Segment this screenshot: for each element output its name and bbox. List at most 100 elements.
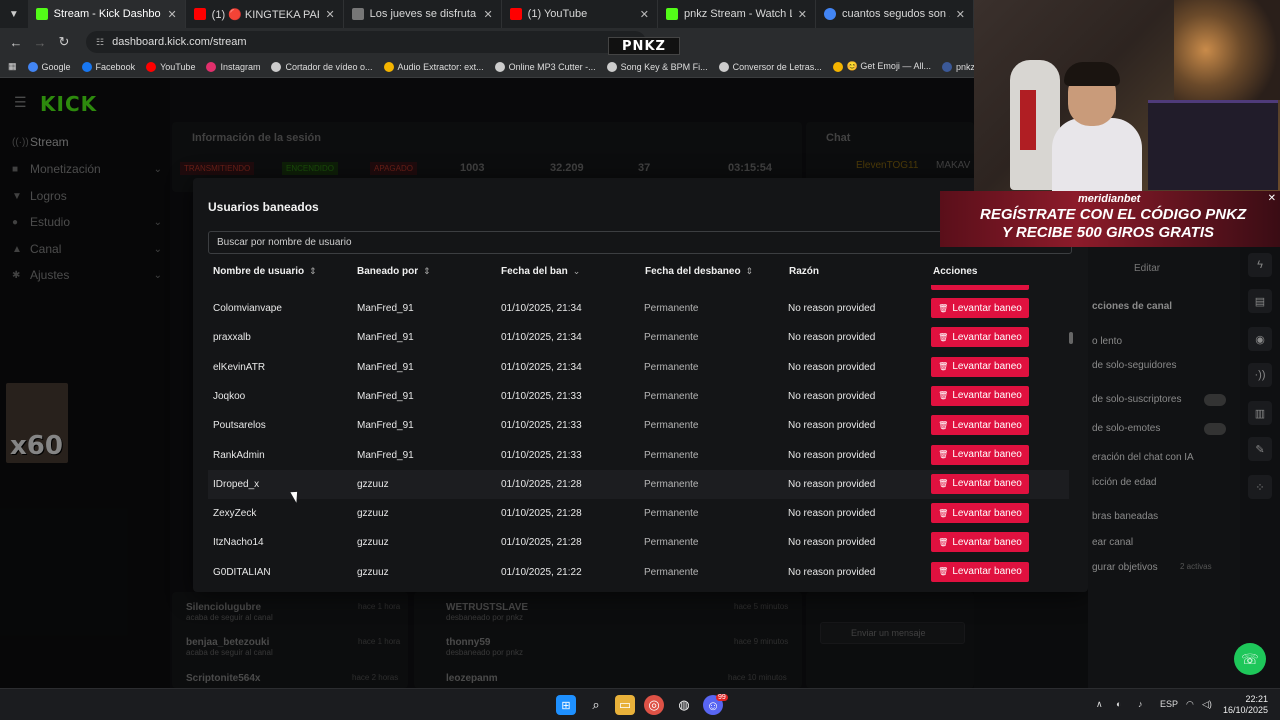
unban-button[interactable]: 🗑 Levantar baneo [931, 356, 1029, 377]
reload-icon[interactable]: ↻ [52, 34, 76, 50]
close-tab-icon[interactable]: ✕ [167, 8, 176, 21]
browser-tab[interactable]: Los jueves se disfruta doble | Ci ✕ [344, 0, 502, 28]
tray-app-icon[interactable]: ◐ [1116, 699, 1121, 709]
edit-button[interactable]: Editar [1134, 263, 1160, 274]
url-field[interactable]: ☷ dashboard.kick.com/stream [86, 31, 646, 53]
close-tab-icon[interactable]: ✕ [640, 8, 649, 21]
bookmark-item[interactable]: Song Key & BPM Fi... [606, 61, 708, 72]
option-followers-only[interactable]: de solo-seguidores [1092, 360, 1177, 371]
back-arrow-icon[interactable]: ← [4, 35, 28, 50]
browser-tab[interactable]: (1) YouTube ✕ [502, 0, 658, 28]
wifi-icon[interactable]: ◠ [1186, 699, 1194, 710]
close-tab-icon[interactable]: ✕ [325, 8, 334, 21]
table-row: elKevinATR ManFred_91 01/10/2025, 21:34 Per… [208, 353, 1069, 382]
browser-tab[interactable]: Stream - Kick Dashboard ✕ [27, 0, 186, 28]
apps-grid-icon[interactable]: ▦ [8, 61, 17, 72]
bookmark-item[interactable]: YouTube [146, 61, 195, 72]
file-explorer-icon[interactable]: ▭ [615, 695, 635, 715]
unban-button-partial[interactable] [931, 285, 1029, 290]
lightning-icon[interactable]: ϟ [1248, 253, 1272, 277]
option-age-restriction[interactable]: icción de edad [1092, 477, 1157, 488]
row-reason: No reason provided [788, 478, 876, 490]
option-goals[interactable]: gurar objetivos [1092, 562, 1158, 573]
row-banned-by: ManFred_91 [357, 361, 414, 373]
close-tab-icon[interactable]: ✕ [798, 8, 807, 21]
row-reason: No reason provided [788, 508, 876, 520]
forward-arrow-icon[interactable]: → [28, 35, 52, 50]
apps-icon[interactable]: ⁘ [1248, 475, 1272, 499]
option-ai-moderation[interactable]: eración del chat con IA [1092, 452, 1194, 463]
chat-bubble-icon[interactable]: ◉ [1248, 327, 1272, 351]
site-info-icon[interactable]: ☷ [96, 37, 104, 48]
panel-header: cciones de canal [1092, 301, 1173, 312]
toggle-switch[interactable] [1204, 423, 1226, 435]
column-header-ban-date[interactable]: Fecha del ban ⌄ [501, 266, 580, 277]
unban-button[interactable]: 🗑 Levantar baneo [931, 385, 1029, 406]
close-icon[interactable]: ✕ [1268, 193, 1276, 204]
broadcast-icon[interactable]: ·)) [1248, 363, 1272, 387]
layers-icon[interactable]: ▥ [1248, 401, 1272, 425]
unban-button-label: Levantar baneo [952, 331, 1022, 343]
tray-chevron-icon[interactable]: ∧ [1096, 699, 1103, 710]
unban-button[interactable]: 🗑 Levantar baneo [931, 532, 1029, 553]
row-reason: No reason provided [788, 537, 876, 549]
bookmark-item[interactable]: 😊 Get Emoji — All... [832, 61, 931, 72]
option-subscribers-only[interactable]: de solo-suscriptores [1092, 394, 1181, 405]
trash-icon: 🗑 [938, 420, 949, 430]
chevron-down-icon: ⌄ [572, 266, 581, 276]
bookmark-item[interactable]: Conversor de Letras... [718, 61, 822, 72]
unban-button[interactable]: 🗑 Levantar baneo [931, 473, 1029, 494]
bookmark-item[interactable]: Audio Extractor: ext... [383, 61, 484, 72]
close-tab-icon[interactable]: ✕ [956, 8, 965, 21]
option-emotes-only[interactable]: de solo-emotes [1092, 423, 1160, 434]
table-row: RankAdmin ManFred_91 01/10/2025, 21:33 Perm… [208, 441, 1069, 470]
option-slow-mode[interactable]: o lento [1092, 336, 1122, 347]
unban-button[interactable]: 🗑 Levantar baneo [931, 561, 1029, 582]
bookmark-item[interactable]: Cortador de vídeo o... [271, 61, 373, 72]
bookmark-item[interactable]: Online MP3 Cutter -... [494, 61, 596, 72]
row-username: G0DITALIAN [213, 566, 271, 578]
volume-icon[interactable]: ◁) [1202, 699, 1212, 710]
system-clock[interactable]: 22:21 16/10/2025 [1223, 694, 1268, 716]
row-unban-date: Permanente [644, 566, 699, 578]
microphone-icon[interactable]: ♪ [1138, 699, 1143, 709]
row-banned-by: ManFred_91 [357, 420, 414, 432]
column-header-username[interactable]: Nombre de usuario ⇕ [213, 266, 317, 277]
option-banned-words[interactable]: bras baneadas [1092, 511, 1158, 522]
browser-tab[interactable]: (1) 🔴 KINGTEKA PARCH4 A CIR ✕ [186, 0, 344, 28]
bookmark-item[interactable]: Google [27, 61, 71, 72]
unban-button[interactable]: 🗑 Levantar baneo [931, 415, 1029, 436]
browser-tab[interactable]: pnkz Stream - Watch Live on Ki ✕ [658, 0, 816, 28]
row-banned-by: ManFred_91 [357, 390, 414, 402]
unban-button[interactable]: 🗑 Levantar baneo [931, 503, 1029, 524]
column-header-banned-by[interactable]: Baneado por ⇕ [357, 266, 431, 277]
help-chat-icon[interactable]: ☏ [1234, 643, 1266, 675]
row-banned-by: ManFred_91 [357, 332, 414, 344]
unban-button[interactable]: 🗑 Levantar baneo [931, 444, 1029, 465]
tab-title: Stream - Kick Dashboard [53, 8, 162, 20]
chrome-icon[interactable]: ◎ [644, 695, 664, 715]
option-raid-channel[interactable]: ear canal [1092, 537, 1133, 548]
row-ban-date: 01/10/2025, 21:28 [501, 478, 582, 490]
kick-favicon-icon [35, 8, 48, 20]
document-icon[interactable]: ▤ [1248, 289, 1272, 313]
close-tab-icon[interactable]: ✕ [483, 8, 492, 21]
obs-icon[interactable]: ◍ [674, 695, 694, 715]
bookmark-item[interactable]: Facebook [81, 61, 135, 72]
row-ban-date: 01/10/2025, 21:34 [501, 303, 582, 314]
trash-icon: 🗑 [938, 391, 949, 401]
toggle-switch[interactable] [1204, 394, 1226, 406]
column-header-unban-date[interactable]: Fecha del desbaneo ⇕ [645, 266, 753, 277]
tab-search-icon[interactable]: ▼ [0, 0, 28, 28]
language-indicator[interactable]: ESP [1160, 699, 1178, 709]
wrench-icon[interactable]: ✎ [1248, 437, 1272, 461]
browser-tab[interactable]: cuantos segudos son 10 minut ✕ [816, 0, 974, 28]
bookmark-item[interactable]: Instagram [206, 61, 260, 72]
windows-start-icon[interactable]: ⊞ [556, 695, 576, 715]
unban-button[interactable]: 🗑 Levantar baneo [931, 327, 1029, 348]
scrollbar-thumb[interactable] [1069, 332, 1073, 344]
table-row: Poutsarelos ManFred_91 01/10/2025, 21:33 Pe… [208, 411, 1069, 440]
unban-button[interactable]: 🗑 Levantar baneo [931, 298, 1029, 318]
trash-icon: 🗑 [938, 303, 949, 313]
search-icon[interactable]: ⌕ [586, 695, 606, 715]
